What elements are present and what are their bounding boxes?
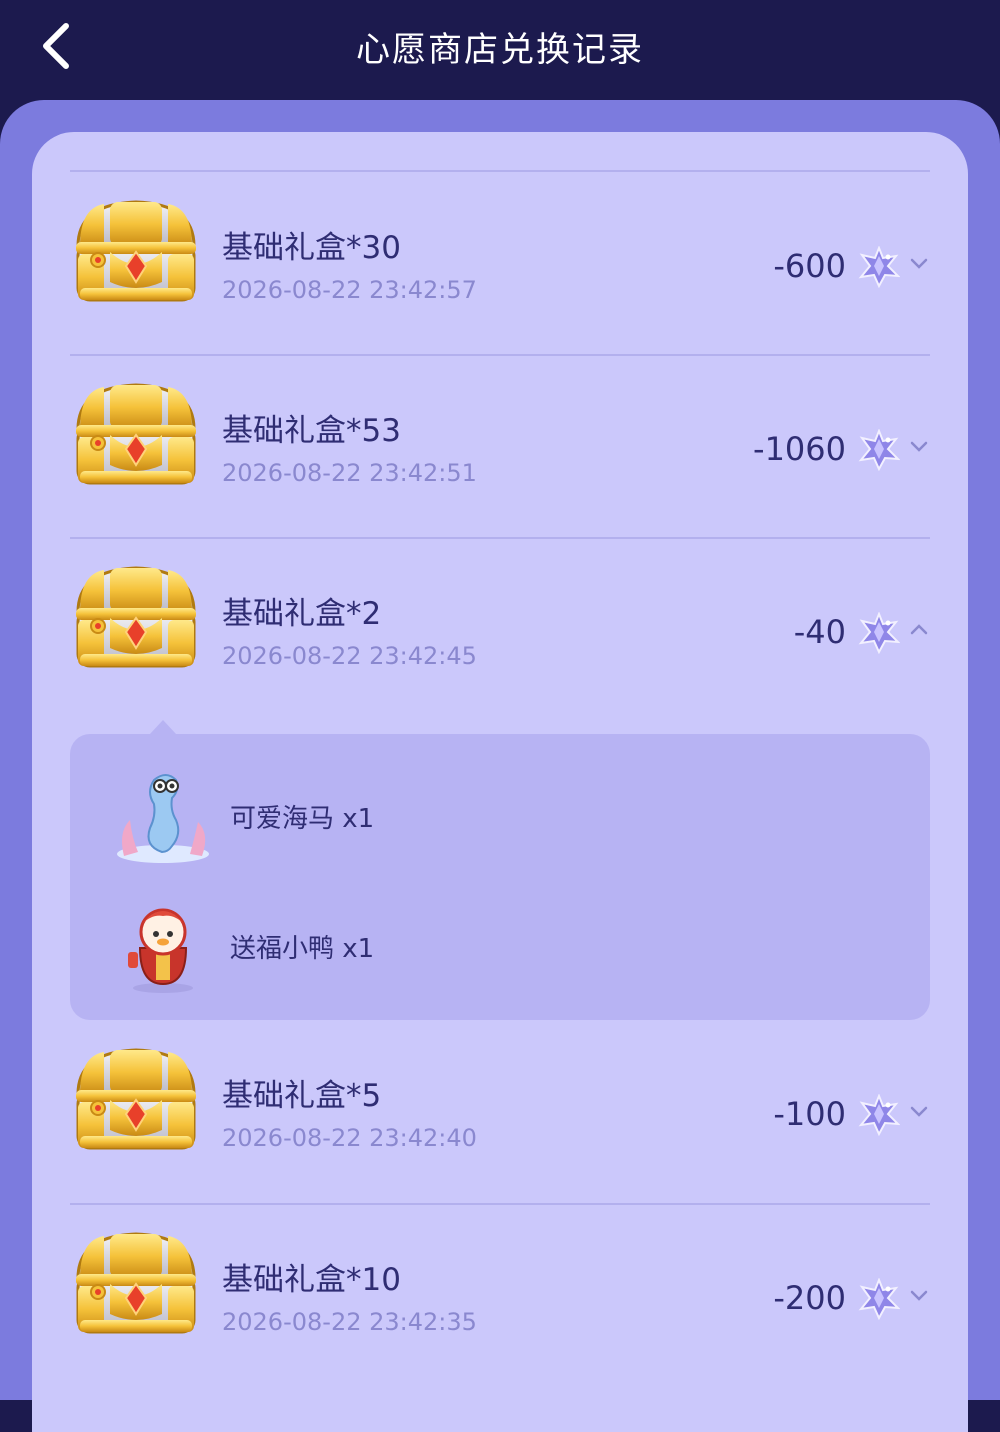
detail-item: 可爱海马 x1 [110,762,890,872]
chevron-down-icon[interactable] [908,252,930,274]
app-header: 心愿商店兑换记录 [0,0,1000,100]
detail-item: 送福小鸭 x1 [110,892,890,1002]
record-name: 基础礼盒*10 [222,1262,401,1298]
star-gem-icon [858,612,900,654]
duck-icon [128,908,193,993]
record-name: 基础礼盒*2 [222,596,382,632]
gift-chest-icon [70,196,202,308]
gift-chest-icon [70,379,202,491]
seahorse-icon [117,774,209,863]
star-gem-icon [858,429,900,471]
gift-chest-icon [70,1228,202,1340]
record-row[interactable]: 基础礼盒*10 2026-08-22 23:42:35 -200 [70,1204,930,1386]
chevron-down-icon[interactable] [908,1284,930,1306]
record-amount: -1060 [753,430,846,468]
record-amount: -40 [793,613,846,651]
star-gem-icon [858,246,900,288]
detail-item-label: 送福小鸭 x1 [230,934,375,964]
chevron-down-icon[interactable] [908,435,930,457]
gift-chest-icon [70,1044,202,1156]
record-row[interactable]: 基础礼盒*30 2026-08-22 23:42:57 -600 [70,172,930,354]
chevron-down-icon[interactable] [908,1100,930,1122]
record-amount: -200 [773,1279,846,1317]
chevron-up-icon[interactable] [908,618,930,640]
record-row[interactable]: 基础礼盒*2 2026-08-22 23:42:45 -40 [70,538,930,720]
detail-pointer [150,720,176,734]
record-detail-panel: 可爱海马 x1 送福小鸭 x1 [70,734,930,1020]
page-title: 心愿商店兑换记录 [356,30,644,70]
record-name: 基础礼盒*5 [222,1078,382,1114]
record-time: 2026-08-22 23:42:45 [222,642,477,670]
record-time: 2026-08-22 23:42:51 [222,459,477,487]
record-name: 基础礼盒*30 [222,230,401,266]
record-name: 基础礼盒*53 [222,413,401,449]
record-row[interactable]: 基础礼盒*53 2026-08-22 23:42:51 -1060 [70,355,930,537]
gift-chest-icon [70,562,202,674]
record-row[interactable]: 基础礼盒*5 2026-08-22 23:42:40 -100 [70,1020,930,1202]
record-amount: -600 [773,247,846,285]
record-amount: -100 [773,1095,846,1133]
record-time: 2026-08-22 23:42:40 [222,1124,477,1152]
record-time: 2026-08-22 23:42:57 [222,276,477,304]
star-gem-icon [858,1094,900,1136]
record-time: 2026-08-22 23:42:35 [222,1308,477,1336]
star-gem-icon [858,1278,900,1320]
detail-item-label: 可爱海马 x1 [230,804,375,834]
